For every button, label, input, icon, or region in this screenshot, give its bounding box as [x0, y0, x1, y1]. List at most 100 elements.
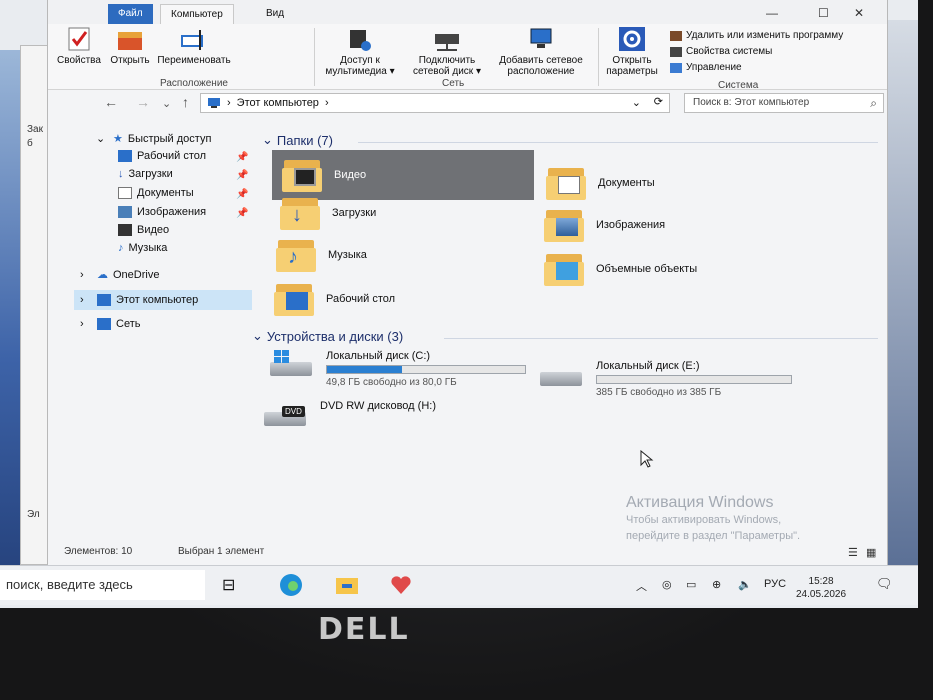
nav-video[interactable]: Видео: [118, 224, 169, 236]
expand-chevron-icon[interactable]: ›: [80, 269, 92, 281]
open-label: Открыть: [110, 55, 150, 66]
nav-this-pc[interactable]: › Этот компьютер: [74, 290, 252, 310]
expand-chevron-icon[interactable]: ›: [80, 294, 92, 306]
group-location: Расположение: [160, 78, 228, 89]
volume-icon[interactable]: 🔈: [738, 578, 752, 591]
nav-music[interactable]: ♪ Музыка: [118, 242, 167, 254]
file-explorer-icon[interactable]: [334, 572, 360, 598]
music-note-icon: ♪: [118, 242, 124, 254]
expand-chevron-icon[interactable]: ⌄: [96, 132, 108, 145]
path-separator: ›: [227, 97, 231, 109]
folder-3d-objects[interactable]: Объемные объекты: [544, 250, 697, 288]
tab-view[interactable]: Вид: [256, 4, 294, 24]
meet-now-icon[interactable]: ◎: [662, 578, 672, 591]
language-indicator[interactable]: РУС: [764, 578, 786, 590]
address-row: ← → ⌄ ↑ › Этот компьютер › ⌄ ⟳ Поиск в: …: [48, 90, 887, 116]
pin-icon[interactable]: 📌: [236, 152, 248, 163]
nav-downloads[interactable]: ↓ Загрузки: [118, 168, 173, 180]
folder-desktop[interactable]: Рабочий стол: [274, 280, 395, 318]
folder-label: Рабочий стол: [326, 293, 396, 305]
nav-quick-access[interactable]: ⌄ ★ Быстрый доступ: [96, 132, 211, 146]
notifications-icon[interactable]: 🗨: [876, 576, 893, 592]
manage-label: Управление: [686, 62, 742, 73]
nav-network[interactable]: › Сеть: [80, 318, 140, 330]
nav-desktop[interactable]: Рабочий стол: [118, 150, 206, 162]
pin-icon[interactable]: 📌: [236, 189, 248, 200]
back-arrow-icon[interactable]: ←: [104, 94, 118, 110]
show-hidden-icons-chevron[interactable]: ︿: [636, 578, 647, 594]
map-drive-label-2: сетевой диск ▾: [413, 66, 481, 77]
network-globe-icon[interactable]: ⊕: [712, 578, 721, 591]
dell-logo: DELL: [318, 612, 410, 647]
recent-chevron-icon[interactable]: ⌄: [162, 97, 171, 110]
collapse-chevron-icon[interactable]: ⌄: [252, 328, 263, 344]
close-icon[interactable]: ✕: [854, 6, 864, 20]
minimize-icon[interactable]: —: [766, 6, 778, 20]
windows-drive-icon: [268, 350, 316, 380]
breadcrumb-this-pc[interactable]: Этот компьютер: [237, 97, 319, 109]
uninstall-program-link[interactable]: Удалить или изменить программу: [670, 30, 843, 41]
system-icon: [670, 46, 682, 57]
media-access-label: Доступ к: [340, 55, 380, 66]
add-network-location-button[interactable]: Добавить сетевое расположение: [488, 26, 594, 77]
watermark-line: Чтобы активировать Windows,: [626, 514, 782, 526]
pin-icon[interactable]: 📌: [236, 208, 248, 219]
media-access-button[interactable]: Доступ к мультимедиа ▾: [318, 26, 402, 77]
open-button[interactable]: Открыть: [108, 26, 152, 66]
address-bar[interactable]: › Этот компьютер › ⌄ ⟳: [200, 93, 670, 113]
details-view-icon[interactable]: ☰: [848, 546, 858, 559]
drive-usage-bar: [596, 375, 792, 384]
tab-file[interactable]: Файл: [108, 4, 153, 24]
section-divider: [358, 142, 878, 143]
open-settings-label: Открыть: [612, 55, 652, 66]
devices-section-header[interactable]: ⌄ Устройства и диски (3): [252, 328, 403, 344]
folder-documents[interactable]: Документы: [546, 164, 655, 202]
drive-e[interactable]: Локальный диск (E:) 385 ГБ свободно из 3…: [538, 360, 792, 398]
folder-pictures[interactable]: Изображения: [544, 206, 665, 244]
video-icon: [118, 224, 132, 236]
taskbar-search-input[interactable]: поиск, введите здесь: [0, 570, 205, 600]
maximize-icon[interactable]: ☐: [818, 6, 829, 20]
folder-music[interactable]: ♪ Музыка: [276, 236, 367, 274]
drive-label: Локальный диск (E:): [596, 360, 700, 372]
pin-icon[interactable]: 📌: [236, 170, 248, 181]
search-input[interactable]: Поиск в: Этот компьютер ⌕: [684, 93, 884, 113]
network-drive-icon: [433, 26, 461, 52]
nav-onedrive[interactable]: › ☁ OneDrive: [80, 268, 159, 282]
folder-label: Музыка: [328, 249, 367, 261]
nav-label: Сеть: [116, 318, 141, 330]
folders-section-header[interactable]: ⌄ Папки (7): [262, 132, 333, 148]
nav-documents[interactable]: Документы: [118, 187, 194, 199]
manage-link[interactable]: Управление: [670, 62, 742, 73]
address-dropdown-icon[interactable]: ⌄: [632, 96, 641, 109]
explorer-window: Файл Компьютер Вид — ☐ ✕ Свойства Открыт…: [47, 0, 888, 565]
drive-h-dvd[interactable]: DVD DVD RW дисковод (H:): [262, 400, 436, 430]
open-settings-button[interactable]: Открыть параметры: [600, 26, 664, 77]
task-view-icon[interactable]: ⊟: [222, 575, 248, 601]
system-properties-link[interactable]: Свойства системы: [670, 46, 772, 57]
expand-chevron-icon[interactable]: ›: [80, 318, 92, 330]
rename-button[interactable]: Переименовать: [152, 26, 236, 66]
clock-time: 15:28: [808, 576, 834, 587]
group-network: Сеть: [442, 78, 465, 89]
drive-c[interactable]: Локальный диск (C:) 49,8 ГБ свободно из …: [268, 350, 526, 388]
edge-browser-icon[interactable]: [278, 572, 304, 598]
refresh-icon[interactable]: ⟳: [654, 95, 663, 108]
folder-video[interactable]: Видео: [272, 150, 534, 200]
network-icon: [97, 318, 111, 330]
properties-button[interactable]: Свойства: [54, 26, 104, 66]
tab-computer[interactable]: Компьютер: [160, 4, 234, 24]
nav-pictures[interactable]: Изображения: [118, 206, 206, 218]
open-folder-icon: [116, 26, 144, 52]
dvd-badge: DVD: [282, 406, 305, 417]
folder-downloads[interactable]: ↓ Загрузки: [280, 194, 376, 232]
collapse-chevron-icon[interactable]: ⌄: [262, 132, 273, 148]
clock[interactable]: 15:28 24.05.2026: [796, 575, 846, 601]
search-icon[interactable]: ⌕: [870, 96, 877, 111]
tiles-view-icon[interactable]: ▦: [866, 546, 876, 559]
up-arrow-icon[interactable]: ↑: [182, 94, 189, 110]
battery-icon[interactable]: ▭: [686, 578, 696, 591]
map-drive-button[interactable]: Подключить сетевой диск ▾: [404, 26, 490, 77]
pinned-app-icon[interactable]: [388, 572, 414, 598]
forward-arrow-icon[interactable]: →: [136, 94, 150, 110]
